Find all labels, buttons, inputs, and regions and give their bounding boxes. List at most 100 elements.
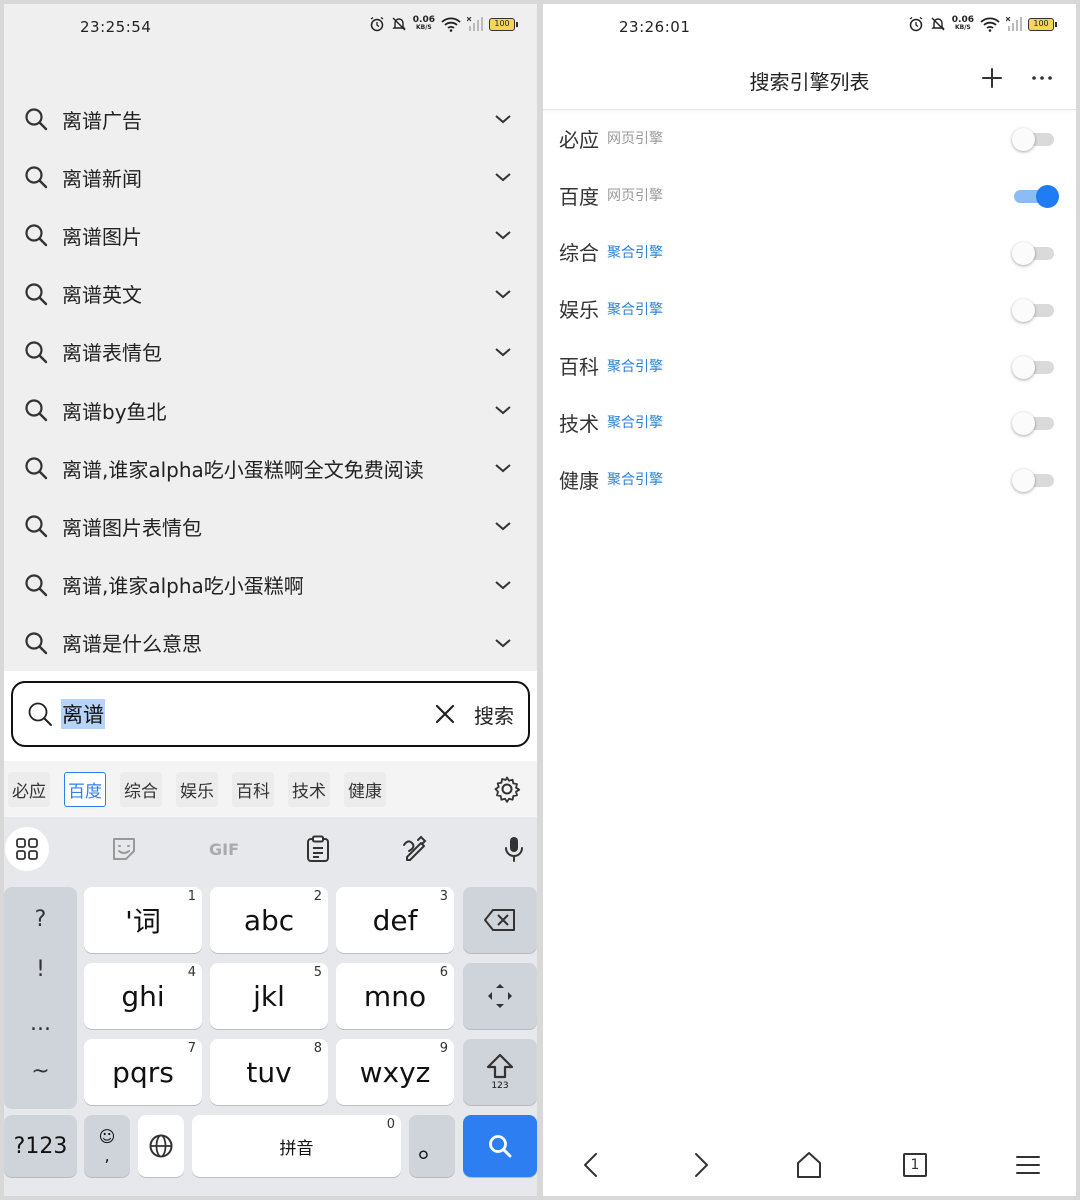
close-icon[interactable]: [434, 703, 456, 725]
key-6[interactable]: mno 6: [336, 963, 454, 1029]
suggestion-text: 离谱图片: [62, 224, 142, 249]
chevron-down-icon[interactable]: [493, 458, 513, 478]
search-area: 离谱 搜索: [4, 671, 537, 761]
suggestion-text: 离谱新闻: [62, 166, 142, 191]
engine-toggle[interactable]: [1012, 298, 1054, 322]
chevron-down-icon[interactable]: [493, 284, 513, 304]
microphone-icon[interactable]: [496, 831, 532, 867]
language-key[interactable]: [138, 1115, 184, 1177]
symbol-key[interactable]: !: [4, 957, 77, 982]
engine-chip-baidu[interactable]: 百度: [64, 771, 106, 807]
key-5[interactable]: jkl 5: [210, 963, 328, 1029]
key-7[interactable]: pqrs 7: [84, 1039, 202, 1105]
engine-toggle[interactable]: [1012, 412, 1054, 436]
chevron-down-icon[interactable]: [493, 109, 513, 129]
suggestion-item[interactable]: 离谱广告: [4, 90, 537, 148]
move-arrows-icon: [488, 984, 512, 1008]
search-submit-key[interactable]: [463, 1115, 537, 1177]
clipboard-icon[interactable]: [300, 831, 336, 867]
smiley-icon: ☺: [98, 1127, 116, 1146]
suggestion-item[interactable]: 离谱是什么意思: [4, 614, 537, 672]
symbol-column[interactable]: ? ! ... ~: [4, 887, 77, 1109]
suggestion-text: 离谱广告: [62, 108, 142, 133]
key-9[interactable]: wxyz 9: [336, 1039, 454, 1105]
engine-type: 聚合引擎: [607, 244, 663, 261]
search-query[interactable]: 离谱: [61, 699, 105, 729]
symbol-key[interactable]: ~: [4, 1059, 77, 1084]
battery-icon: 100: [1028, 17, 1057, 31]
space-key[interactable]: 拼音 0: [192, 1115, 401, 1177]
numeric-mode-key[interactable]: ?123: [4, 1115, 77, 1177]
engine-name: 百度: [559, 184, 599, 209]
mute-bell-icon: [931, 17, 945, 31]
engine-name: 综合: [559, 241, 599, 266]
key-3[interactable]: def 3: [336, 887, 454, 953]
shift-key[interactable]: 123: [463, 1039, 537, 1105]
cursor-move-key[interactable]: [463, 963, 537, 1029]
engine-chip-encyclopedia[interactable]: 百科: [232, 771, 274, 807]
engine-toggle[interactable]: [1012, 241, 1054, 265]
net-speed: 0.06 KB/S: [412, 15, 435, 32]
status-icons: 0.06 KB/S 100: [369, 15, 518, 32]
menu-icon[interactable]: [1013, 1150, 1043, 1180]
search-input[interactable]: 离谱 搜索: [11, 681, 530, 747]
suggestion-item[interactable]: 离谱英文: [4, 265, 537, 323]
engine-toggle[interactable]: [1012, 469, 1054, 493]
engine-toggle[interactable]: [1012, 355, 1054, 379]
engine-type: 网页引擎: [607, 131, 663, 148]
sticker-icon[interactable]: [106, 831, 142, 867]
symbol-key[interactable]: ...: [4, 1011, 77, 1036]
mute-bell-icon: [392, 17, 406, 31]
wifi-icon: [441, 17, 461, 32]
engine-chip-bing[interactable]: 必应: [8, 771, 50, 807]
suggestion-item[interactable]: 离谱图片: [4, 206, 537, 264]
gif-button[interactable]: GIF: [204, 831, 244, 867]
engine-name: 技术: [559, 411, 599, 436]
home-icon[interactable]: [794, 1150, 824, 1180]
search-icon: [25, 166, 48, 189]
status-time: 23:26:01: [619, 18, 691, 36]
plus-icon[interactable]: [980, 66, 1004, 90]
apps-grid-icon[interactable]: [5, 827, 49, 871]
engine-toggle[interactable]: [1014, 185, 1059, 209]
key-1[interactable]: '词 1: [84, 887, 202, 953]
tabs-button[interactable]: 1: [903, 1153, 927, 1177]
period-key[interactable]: 。: [409, 1115, 455, 1177]
suggestion-item[interactable]: 离谱表情包: [4, 323, 537, 381]
chevron-down-icon[interactable]: [493, 400, 513, 420]
suggestion-item[interactable]: 离谱,谁家alpha吃小蛋糕啊全文免费阅读: [4, 439, 537, 497]
forward-icon[interactable]: [685, 1150, 715, 1180]
chevron-down-icon[interactable]: [493, 342, 513, 362]
gear-icon[interactable]: [493, 775, 521, 803]
back-icon[interactable]: [577, 1150, 607, 1180]
chevron-down-icon[interactable]: [493, 516, 513, 536]
handwriting-icon[interactable]: [397, 831, 433, 867]
emoji-key[interactable]: ☺ ,: [84, 1115, 130, 1177]
engine-row-health: 健康 聚合引擎: [543, 451, 1076, 508]
suggestion-item[interactable]: 离谱新闻: [4, 148, 537, 206]
signal-icon: [467, 17, 483, 31]
suggestion-item[interactable]: 离谱by鱼北: [4, 381, 537, 439]
symbol-key[interactable]: ?: [4, 907, 77, 932]
backspace-key[interactable]: [463, 887, 537, 953]
key-4[interactable]: ghi 4: [84, 963, 202, 1029]
engine-type: 聚合引擎: [607, 415, 663, 432]
key-8[interactable]: tuv 8: [210, 1039, 328, 1105]
search-icon: [25, 573, 48, 596]
engine-chip-entertainment[interactable]: 娱乐: [176, 771, 218, 807]
engine-toggle[interactable]: [1012, 128, 1054, 152]
chevron-down-icon[interactable]: [493, 167, 513, 187]
search-button[interactable]: 搜索: [474, 700, 514, 729]
key-2[interactable]: abc 2: [210, 887, 328, 953]
chevron-down-icon[interactable]: [493, 575, 513, 595]
suggestion-item[interactable]: 离谱,谁家alpha吃小蛋糕啊: [4, 556, 537, 614]
engine-list: 必应 网页引擎 百度 网页引擎 综合 聚合引擎 娱乐 聚合引擎 百科 聚合引擎 …: [543, 110, 1076, 508]
engine-chip-health[interactable]: 健康: [344, 771, 386, 807]
chevron-down-icon[interactable]: [493, 225, 513, 245]
engine-chip-general[interactable]: 综合: [120, 771, 162, 807]
more-icon[interactable]: [1030, 66, 1054, 90]
chevron-down-icon[interactable]: [493, 633, 513, 653]
engine-chip-tech[interactable]: 技术: [288, 771, 330, 807]
suggestion-item[interactable]: 离谱图片表情包: [4, 497, 537, 555]
engine-name: 娱乐: [559, 298, 599, 323]
